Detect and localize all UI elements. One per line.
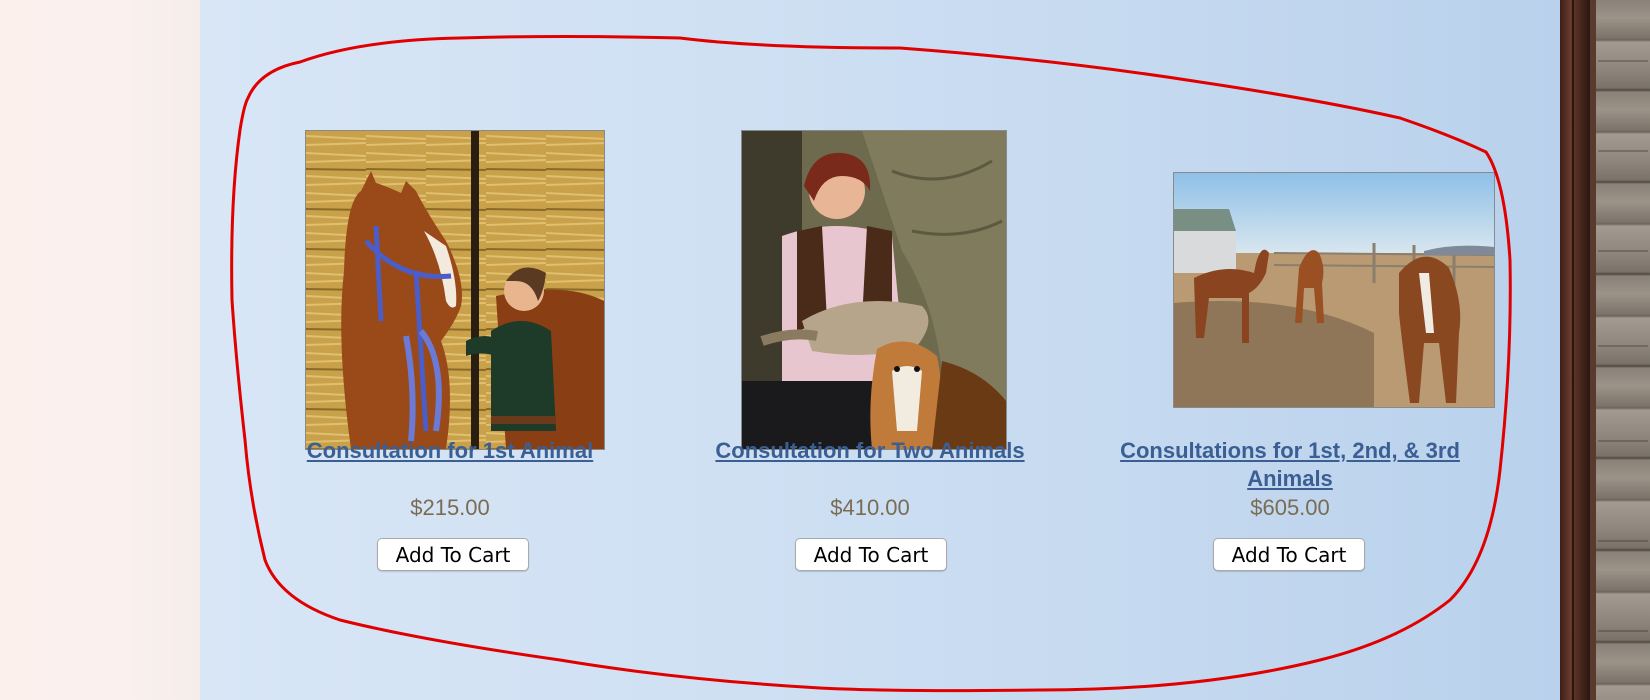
left-page-margin [0,0,201,700]
wood-background-panel [1590,0,1650,700]
product-card: Consultation for 1st Animal $215.00 Add … [240,120,660,620]
product-price: $605.00 [1250,495,1330,520]
right-frame-border [1560,0,1590,700]
product-title-link[interactable]: Consultations for 1st, 2nd, & 3rd Animal… [1090,437,1490,493]
product-card: Consultations for 1st, 2nd, & 3rd Animal… [1080,120,1500,620]
horse-with-woman-photo[interactable] [305,130,605,450]
product-title-link[interactable]: Consultation for Two Animals [670,437,1070,465]
add-to-cart-button[interactable]: Add To Cart [1213,538,1365,571]
product-card: Consultation for Two Animals $410.00 Add… [660,120,1080,620]
product-price: $410.00 [830,495,910,520]
add-to-cart-button[interactable]: Add To Cart [795,538,947,571]
woman-with-cat-and-dog-photo[interactable] [741,130,1007,450]
product-title-link[interactable]: Consultation for 1st Animal [250,437,650,465]
add-to-cart-button[interactable]: Add To Cart [377,538,529,571]
product-grid: Consultation for 1st Animal $215.00 Add … [240,120,1500,620]
product-price: $215.00 [410,495,490,520]
three-horses-photo[interactable] [1173,172,1495,408]
